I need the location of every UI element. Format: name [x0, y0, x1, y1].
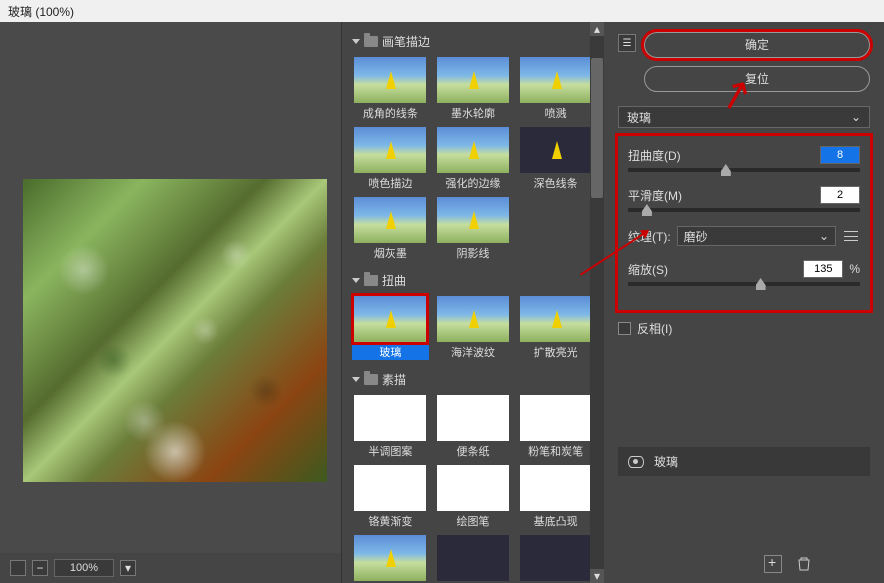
preview-image — [23, 179, 327, 482]
category-label: 扭曲 — [382, 272, 406, 289]
filter-thumb[interactable]: 喷色描边 — [352, 127, 429, 191]
visibility-icon[interactable] — [628, 456, 644, 468]
texture-value: 磨砂 — [684, 228, 708, 245]
effect-layer-row[interactable]: 玻璃 — [618, 447, 870, 476]
invert-checkbox[interactable] — [618, 322, 631, 335]
filter-thumb[interactable]: 深色线条 — [517, 127, 594, 191]
filter-dropdown[interactable]: 玻璃 ⌄ — [618, 106, 870, 128]
texture-menu-button[interactable] — [842, 229, 860, 243]
disclosure-icon — [352, 377, 360, 382]
layer-label: 玻璃 — [654, 453, 678, 470]
window-title: 玻璃 (100%) — [0, 0, 884, 22]
distortion-label: 扭曲度(D) — [628, 147, 681, 164]
controls-panel: ☰ 确定 复位 ↗ 玻璃 ⌄ 扭曲度(D) 平滑度(M) — [604, 22, 884, 583]
scroll-down-arrow[interactable]: ▾ — [590, 569, 604, 583]
preview-area[interactable] — [0, 22, 341, 553]
folder-icon — [364, 374, 378, 385]
category-sketch[interactable]: 素描 — [346, 368, 600, 391]
new-layer-button[interactable]: + — [764, 555, 782, 573]
filter-gallery: 画笔描边 成角的线条 墨水轮廓 喷溅 喷色描边 强化的边缘 深色线条 烟灰墨 阴… — [342, 22, 604, 583]
filter-thumb[interactable]: 撕边 — [517, 535, 594, 583]
folder-icon — [364, 275, 378, 286]
texture-dropdown[interactable]: 磨砂 ⌄ — [677, 226, 836, 246]
filter-thumb[interactable]: 水彩画纸 — [352, 535, 429, 583]
fit-button[interactable] — [10, 560, 26, 576]
smoothness-input[interactable] — [820, 186, 860, 204]
filter-thumb[interactable]: 绘图笔 — [435, 465, 512, 529]
filter-ocean-ripple[interactable]: 海洋波纹 — [435, 296, 512, 360]
scroll-up-arrow[interactable]: ▴ — [590, 22, 604, 36]
filter-thumb[interactable]: 半调图案 — [352, 395, 429, 459]
filter-thumb[interactable]: 成角的线条 — [352, 57, 429, 121]
smoothness-label: 平滑度(M) — [628, 187, 682, 204]
chevron-down-icon: ⌄ — [851, 110, 861, 124]
scrollbar-thumb[interactable] — [591, 58, 603, 198]
smoothness-slider[interactable] — [628, 208, 860, 212]
disclosure-icon — [352, 278, 360, 283]
filter-thumb[interactable]: 墨水轮廓 — [435, 57, 512, 121]
collapse-button[interactable]: ☰ — [618, 34, 636, 52]
category-label: 素描 — [382, 371, 406, 388]
filter-thumb[interactable]: 便条纸 — [435, 395, 512, 459]
distortion-slider[interactable] — [628, 168, 860, 172]
filter-thumb[interactable]: 基底凸现 — [517, 465, 594, 529]
category-distort[interactable]: 扭曲 — [346, 269, 600, 292]
filter-thumb[interactable]: 喷溅 — [517, 57, 594, 121]
filter-thumb[interactable]: 阴影线 — [435, 197, 512, 261]
scaling-label: 缩放(S) — [628, 261, 668, 278]
filter-thumb[interactable]: 粉笔和炭笔 — [517, 395, 594, 459]
disclosure-icon — [352, 39, 360, 44]
filter-glass[interactable]: 玻璃 — [352, 296, 429, 360]
filter-diffuse-glow[interactable]: 扩散亮光 — [517, 296, 594, 360]
preview-panel: − ▾ — [0, 22, 342, 583]
chevron-down-icon: ⌄ — [819, 229, 829, 243]
texture-label: 纹理(T): — [628, 228, 671, 245]
delete-layer-button[interactable] — [796, 555, 814, 573]
scaling-input[interactable] — [803, 260, 843, 278]
zoom-out-button[interactable]: − — [32, 560, 48, 576]
ok-button[interactable]: 确定 — [644, 32, 870, 58]
invert-label: 反相(I) — [637, 320, 672, 337]
category-brush-strokes[interactable]: 画笔描边 — [346, 30, 600, 53]
filter-dropdown-value: 玻璃 — [627, 109, 651, 126]
filter-thumb[interactable]: 烟灰墨 — [352, 197, 429, 261]
scaling-slider[interactable] — [628, 282, 860, 286]
reset-button[interactable]: 复位 — [644, 66, 870, 92]
scaling-unit: % — [849, 262, 860, 276]
zoom-in-button[interactable]: ▾ — [120, 560, 136, 576]
filter-thumb[interactable]: 图章 — [435, 535, 512, 583]
distortion-input[interactable] — [820, 146, 860, 164]
gallery-scrollbar[interactable]: ▴ ▾ — [590, 22, 604, 583]
folder-icon — [364, 36, 378, 47]
filter-thumb[interactable]: 铬黄渐变 — [352, 465, 429, 529]
category-label: 画笔描边 — [382, 33, 430, 50]
filter-thumb[interactable]: 强化的边缘 — [435, 127, 512, 191]
zoom-input[interactable] — [54, 559, 114, 577]
